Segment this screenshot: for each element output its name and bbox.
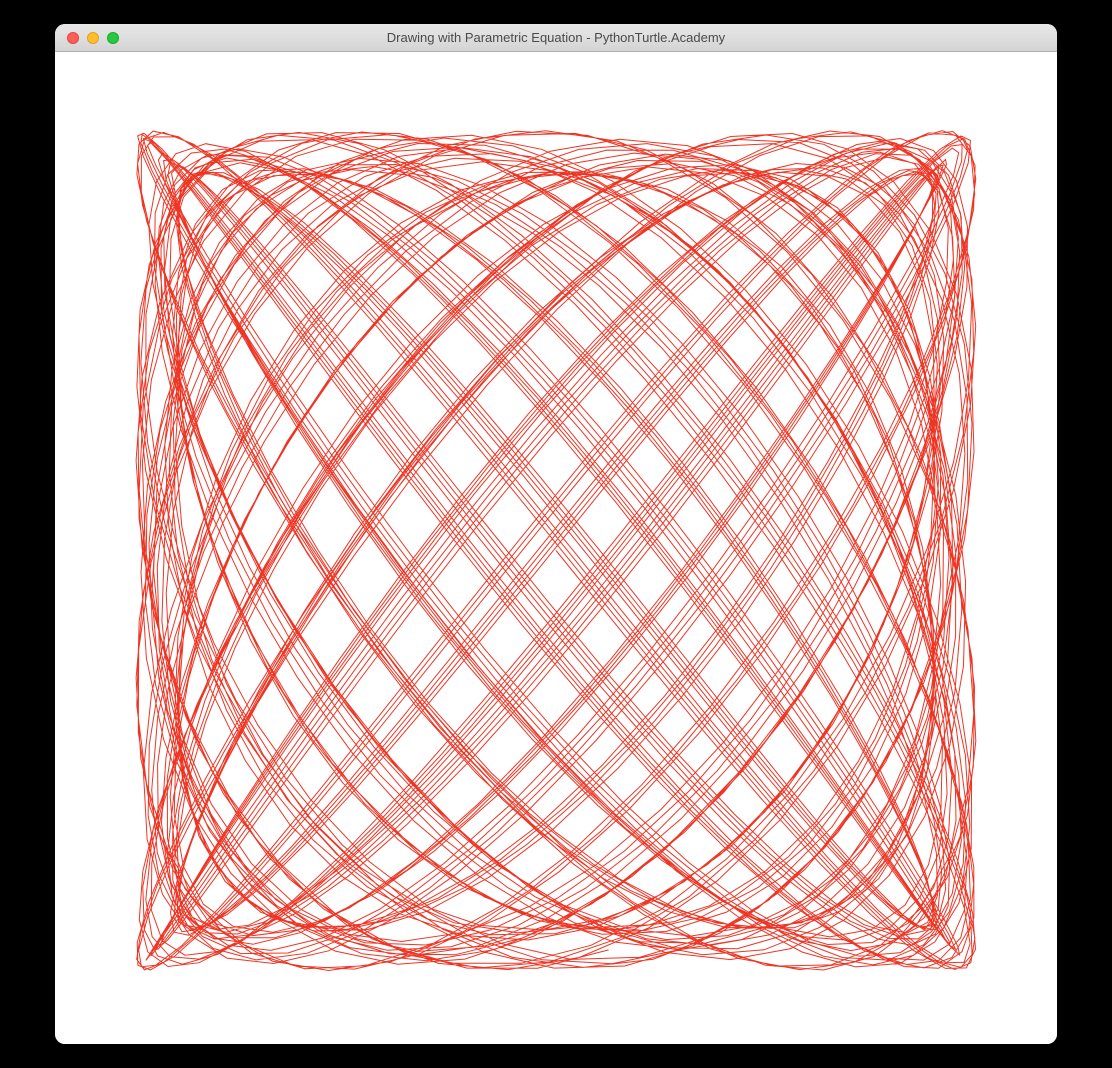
parametric-drawing <box>55 52 1057 1044</box>
app-window: Drawing with Parametric Equation - Pytho… <box>55 24 1057 1044</box>
canvas-area <box>55 52 1057 1044</box>
window-title: Drawing with Parametric Equation - Pytho… <box>55 30 1057 45</box>
close-icon[interactable] <box>67 32 79 44</box>
minimize-icon[interactable] <box>87 32 99 44</box>
zoom-icon[interactable] <box>107 32 119 44</box>
traffic-lights <box>55 32 119 44</box>
parametric-path <box>136 131 976 971</box>
titlebar[interactable]: Drawing with Parametric Equation - Pytho… <box>55 24 1057 52</box>
